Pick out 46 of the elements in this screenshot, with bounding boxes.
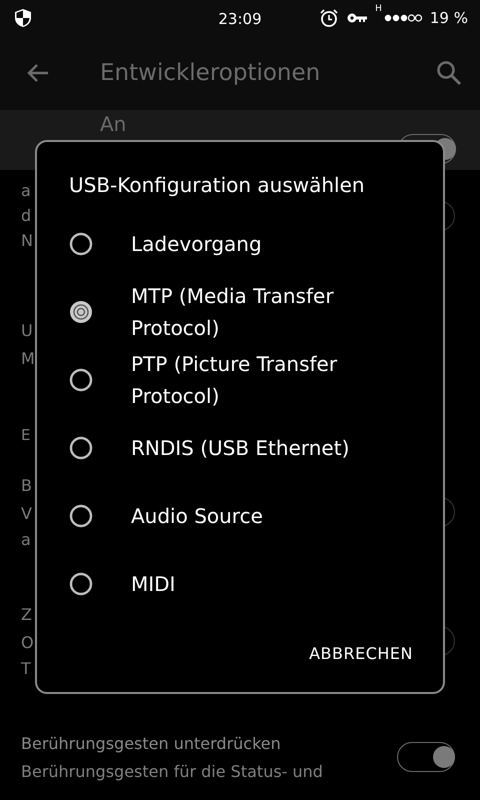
option-label: RNDIS (USB Ethernet) (131, 435, 350, 462)
setting-summary: a (21, 180, 31, 202)
setting-summary: V (21, 503, 32, 525)
radio-button[interactable] (69, 300, 93, 324)
radio-option[interactable]: Ladevorgang (69, 210, 413, 278)
setting-summary: M (21, 348, 35, 370)
search-icon[interactable] (436, 60, 462, 86)
radio-button[interactable] (69, 504, 93, 528)
signal-icon (384, 13, 422, 23)
setting-summary: T (21, 658, 31, 680)
shield-icon (14, 8, 32, 28)
setting-summary: O (21, 632, 34, 654)
setting-title: B (21, 475, 32, 497)
radio-button[interactable] (69, 232, 93, 256)
setting-title: Z (21, 604, 32, 626)
option-label: Ladevorgang (131, 231, 262, 258)
option-label: MIDI (131, 571, 176, 598)
setting-title: Berührungsgesten unterdrücken (21, 733, 281, 755)
radio-option[interactable]: MIDI (69, 550, 413, 618)
dialog-title: USB-Konfiguration auswählen (69, 172, 366, 199)
radio-button[interactable] (69, 436, 93, 460)
toggle-switch[interactable] (397, 742, 455, 772)
setting-summary: d (21, 205, 32, 227)
network-type: H (375, 2, 382, 16)
alarm-icon (319, 8, 340, 28)
status-time: 23:09 (218, 9, 262, 30)
setting-summary: Berührungsgesten für die Status- und (21, 761, 323, 783)
setting-summary: N (21, 230, 33, 252)
radio-option[interactable]: RNDIS (USB Ethernet) (69, 414, 413, 482)
setting-title: E (21, 425, 30, 446)
battery-level: 19 % (430, 8, 468, 29)
cancel-button[interactable]: ABBRECHEN (309, 638, 413, 670)
radio-button[interactable] (69, 368, 93, 392)
setting-title: U (21, 320, 33, 342)
option-label: MTP (Media Transfer Protocol) (131, 283, 335, 342)
setting-summary: a (21, 529, 31, 551)
radio-option[interactable]: Audio Source (69, 482, 413, 550)
radio-button[interactable] (69, 572, 93, 596)
option-label: PTP (Picture Transfer Protocol) (131, 351, 338, 410)
back-arrow-icon[interactable] (26, 63, 50, 83)
option-label: Audio Source (131, 503, 263, 530)
screen-title: Entwickleroptionen (100, 58, 320, 88)
key-icon (347, 12, 368, 24)
radio-option[interactable]: MTP (Media Transfer Protocol) (69, 278, 413, 346)
switch-label: An (100, 112, 126, 136)
radio-option[interactable]: PTP (Picture Transfer Protocol) (69, 346, 413, 414)
